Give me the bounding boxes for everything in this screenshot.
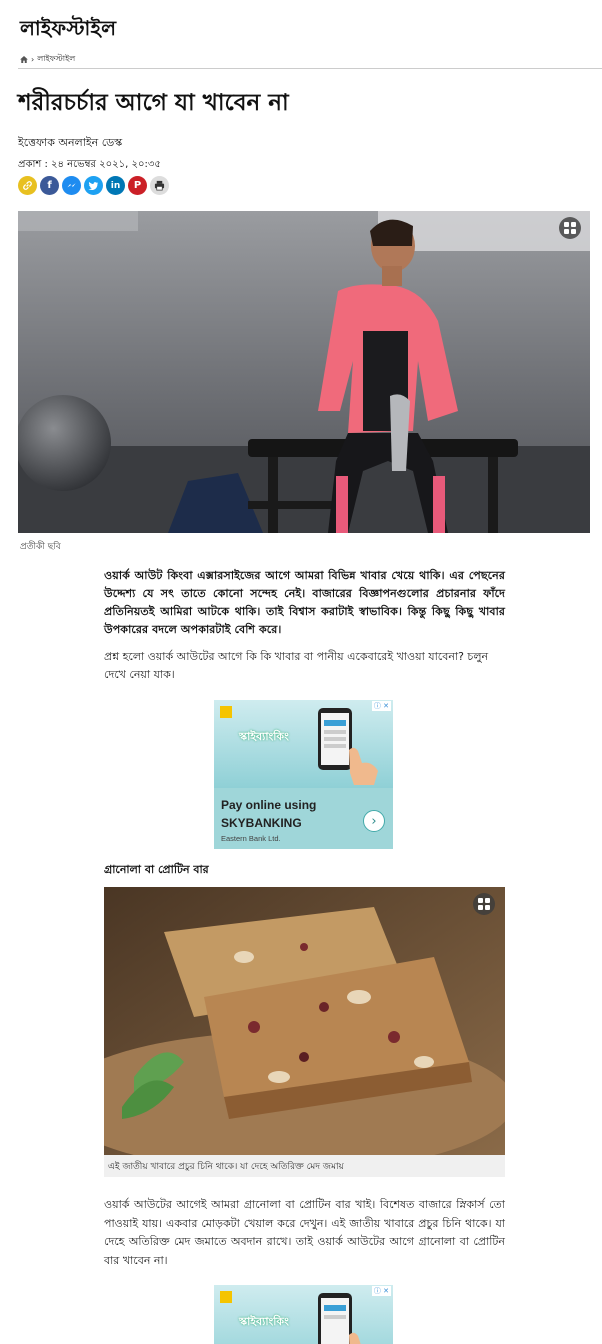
ad-arrow-button[interactable]: › [363, 810, 385, 832]
ad-brand: স্কাইব্যাংকিং [239, 1315, 289, 1328]
link-icon[interactable] [18, 176, 37, 195]
hand-icon [349, 747, 378, 785]
hero-image [18, 211, 590, 533]
messenger-icon[interactable] [62, 176, 81, 195]
facebook-icon[interactable]: f [40, 176, 59, 195]
site-title[interactable]: লাইফস্টাইল [20, 14, 116, 47]
pinterest-icon[interactable]: P [128, 176, 147, 195]
advertisement[interactable]: স্কাইব্যাংকিং ⓘ ✕ [214, 1285, 393, 1344]
divider [18, 68, 602, 69]
breadcrumb: › লাইফস্টাইল [20, 53, 75, 66]
granola-bar-photo [104, 887, 505, 1155]
ad-choices-icon[interactable]: ⓘ ✕ [371, 1286, 391, 1296]
section-heading: গ্রানোলা বা প্রোটিন বার [104, 863, 209, 876]
ad-headline: Pay online using [221, 798, 317, 812]
published-date: প্রকাশ : ২৪ নভেম্বর ২০২১, ২০:৩৫ [18, 159, 161, 170]
paragraph: প্রশ্ন হলো ওয়ার্ক আউটের আগে কি কি খাবার… [104, 650, 489, 681]
ad-choices-icon[interactable]: ⓘ ✕ [371, 701, 391, 711]
ad-logo [220, 1291, 232, 1303]
lead-paragraph: ওয়ার্ক আউট কিংবা এক্সারসাইজের আগে আমরা … [104, 569, 505, 636]
gallery-icon[interactable] [473, 893, 495, 915]
gym-woman-photo [18, 211, 590, 533]
share-bar: f in P [18, 176, 169, 195]
ad-brand: স্কাইব্যাংকিং [239, 730, 289, 743]
advertisement[interactable]: স্কাইব্যাংকিং Pay online using SKYBANKIN… [214, 700, 393, 849]
breadcrumb-separator: › [31, 55, 35, 64]
linkedin-icon[interactable]: in [106, 176, 125, 195]
home-icon[interactable] [20, 56, 28, 63]
twitter-icon[interactable] [84, 176, 103, 195]
page-title: শরীরচর্চার আগে যা খাবেন না [18, 89, 289, 116]
ad-logo [220, 706, 232, 718]
image-caption: এই জাতীয় খাবারে প্রচুর চিনি থাকে। যা দে… [104, 1155, 505, 1177]
hand-icon [349, 1332, 361, 1344]
granola-image [104, 887, 505, 1155]
ad-headline-2: SKYBANKING [221, 816, 302, 830]
image-caption: প্রতীকী ছবি [20, 542, 61, 552]
breadcrumb-item-lifestyle[interactable]: লাইফস্টাইল [37, 53, 75, 66]
ad-advertiser: Eastern Bank Ltd. [221, 834, 281, 843]
print-icon[interactable] [150, 176, 169, 195]
paragraph: ওয়ার্ক আউটের আগেই আমরা গ্রানোলা বা প্রো… [104, 1198, 505, 1267]
gallery-icon[interactable] [559, 217, 581, 239]
author-name[interactable]: ইত্তেফাক অনলাইন ডেস্ক [18, 134, 122, 153]
